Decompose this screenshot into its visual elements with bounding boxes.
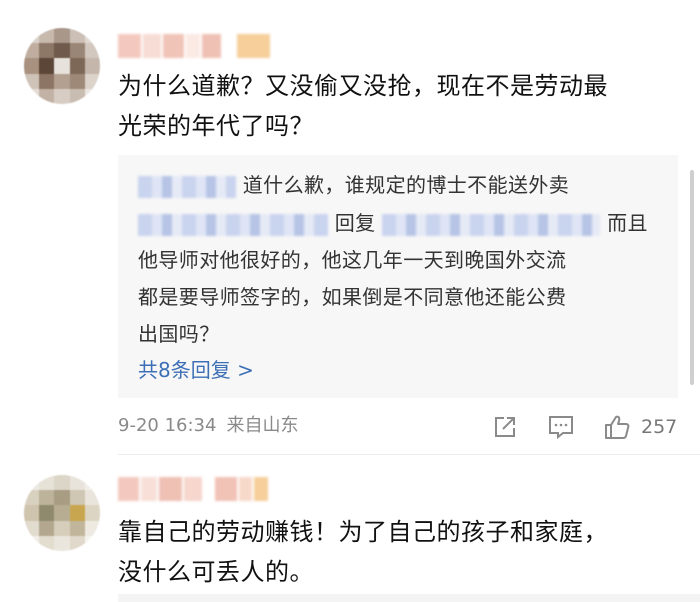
avatar[interactable] — [24, 475, 100, 551]
comment-meta: 9-20 16:34 来自山东 — [118, 412, 298, 440]
reply-text-line: 他导师对他很好的，他这几年一天到晚国外交流 — [138, 248, 567, 272]
reply-item: 回复 而且 — [138, 207, 648, 239]
comment-text: 靠自己的劳动赚钱！为了自己的孩子和家庭， 没什么可丢人的。 — [118, 512, 680, 592]
location-source: 来自山东 — [226, 415, 299, 436]
view-more-replies-link[interactable]: 共8条回复 > — [138, 355, 254, 385]
avatar[interactable] — [24, 28, 100, 104]
comment-text-line: 没什么可丢人的。 — [118, 558, 314, 586]
comment-icon[interactable] — [546, 412, 576, 442]
reply-text: 而且 — [607, 211, 648, 235]
reply-text: 道什么歉，谁规定的博士不能送外卖 — [242, 173, 570, 197]
comment-text-line: 为什么道歉？又没偷又没抢，现在不是劳动最 — [118, 72, 608, 100]
reply-preview-box[interactable]: 道什么歉，谁规定的博士不能送外卖 回复 而且 他导师对他很好的，他这几年一天到晚… — [118, 155, 678, 398]
reply-target-username-blurred[interactable] — [382, 213, 601, 236]
reply-username-blurred[interactable] — [138, 175, 236, 198]
timestamp: 9-20 16:34 — [118, 415, 217, 436]
comment-text-line: 光荣的年代了吗？ — [118, 112, 314, 140]
reply-item: 道什么歉，谁规定的博士不能送外卖 — [138, 169, 569, 201]
scrollbar[interactable] — [690, 170, 694, 385]
reply-text-line: 出国吗？ — [138, 322, 220, 346]
comment-item: 为什么道歉？又没偷又没抢，现在不是劳动最 光荣的年代了吗？ 道什么歉，谁规定的博… — [0, 0, 700, 455]
reply-username-blurred[interactable] — [138, 213, 328, 236]
next-reply-box-edge — [118, 594, 700, 602]
comment-text: 为什么道歉？又没偷又没抢，现在不是劳动最 光荣的年代了吗？ — [118, 66, 680, 146]
comment-item: 靠自己的劳动赚钱！为了自己的孩子和家庭， 没什么可丢人的。 — [0, 455, 700, 602]
reply-text-line: 都是要导师签字的，如果倒是不同意他还能公费 — [138, 285, 567, 309]
username-blurred[interactable] — [118, 34, 270, 58]
reply-to-label: 回复 — [334, 211, 376, 235]
username-blurred[interactable] — [118, 477, 268, 501]
comment-text-line: 靠自己的劳动赚钱！为了自己的孩子和家庭， — [118, 518, 608, 546]
share-icon[interactable] — [490, 412, 520, 442]
thumbs-up-icon[interactable] — [602, 412, 632, 442]
like-count: 257 — [641, 416, 678, 438]
